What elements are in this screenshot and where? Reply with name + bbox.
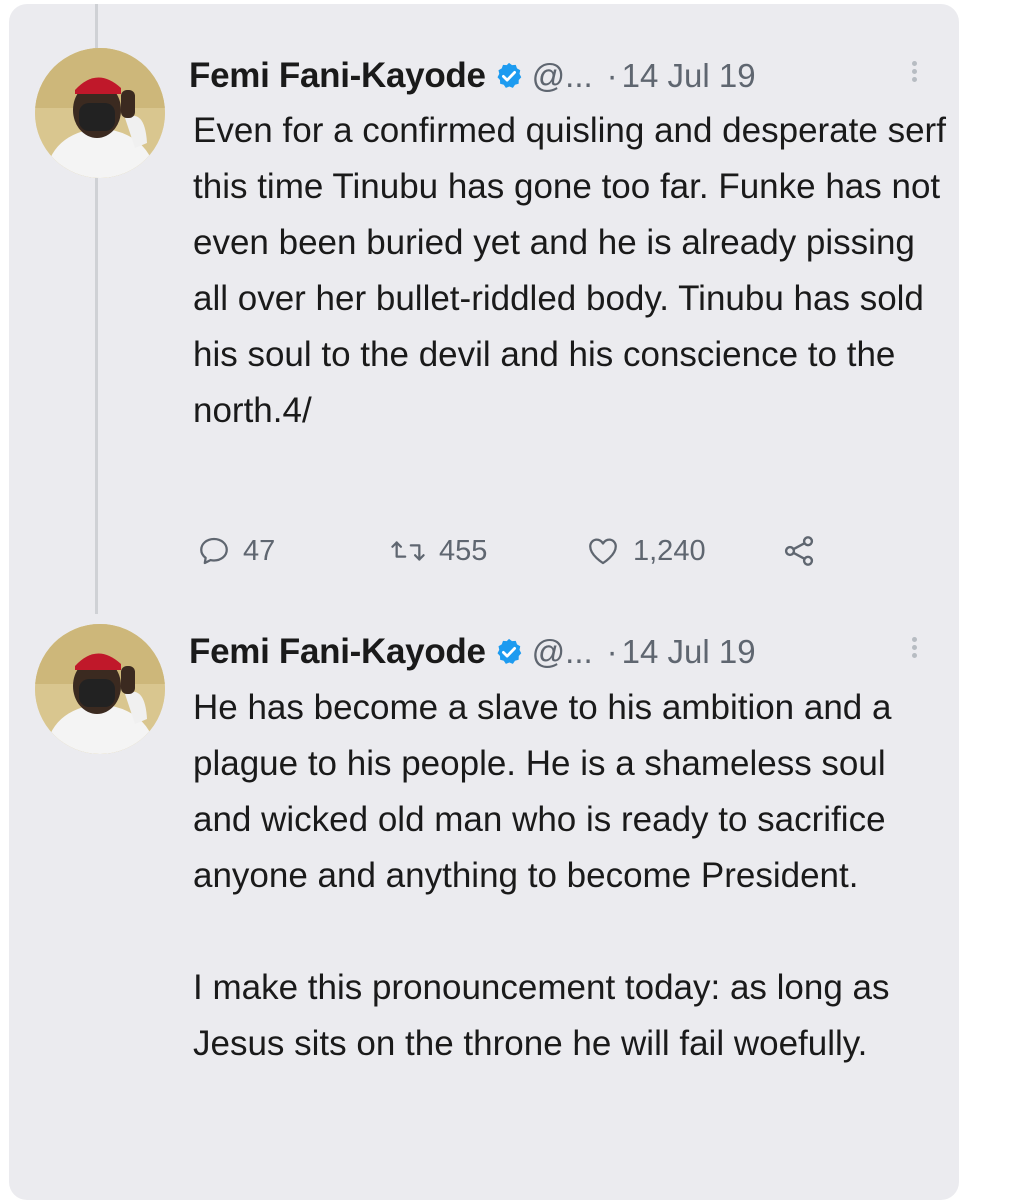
reply-icon bbox=[200, 537, 228, 565]
reply-count: 47 bbox=[243, 534, 276, 567]
retweet-button[interactable]: 455 bbox=[389, 526, 487, 576]
share-icon bbox=[784, 536, 814, 566]
tweet-paragraph: I make this pronouncement today: as long… bbox=[193, 968, 890, 1063]
avatar[interactable] bbox=[35, 624, 165, 754]
separator-dot: · bbox=[606, 633, 618, 670]
retweet-count: 455 bbox=[439, 534, 488, 567]
tweet-paragraph: Even for a confirmed quisling and desper… bbox=[193, 111, 946, 430]
tweet-text: Even for a confirmed quisling and desper… bbox=[193, 103, 953, 439]
avatar[interactable] bbox=[35, 48, 165, 178]
tweet-actions: 47 455 1,240 bbox=[193, 526, 893, 576]
tweet-text: He has become a slave to his ambition an… bbox=[193, 680, 953, 1072]
tweet-header: Femi Fani-Kayode @... · 14 Jul 19 bbox=[189, 630, 756, 674]
retweet-icon bbox=[391, 541, 425, 561]
avatar-image bbox=[35, 624, 165, 754]
author-handle[interactable]: @... bbox=[532, 633, 593, 671]
verified-badge-icon bbox=[494, 637, 524, 667]
tweet-date[interactable]: 14 Jul 19 bbox=[622, 57, 756, 95]
author-name[interactable]: Femi Fani-Kayode bbox=[189, 56, 486, 96]
heart-icon bbox=[589, 538, 617, 565]
more-options-icon[interactable] bbox=[909, 58, 919, 94]
avatar-image bbox=[35, 48, 165, 178]
like-count: 1,240 bbox=[633, 534, 706, 567]
tweet-date[interactable]: 14 Jul 19 bbox=[622, 633, 756, 671]
separator-dot: · bbox=[606, 57, 618, 94]
tweet-header: Femi Fani-Kayode @... · 14 Jul 19 bbox=[189, 54, 756, 98]
author-handle[interactable]: @... bbox=[532, 57, 593, 95]
more-options-icon[interactable] bbox=[909, 634, 919, 670]
share-button[interactable] bbox=[781, 526, 817, 576]
tweet-thread: Femi Fani-Kayode @... · 14 Jul 19 Even f… bbox=[9, 4, 959, 1200]
like-button[interactable]: 1,240 bbox=[585, 526, 706, 576]
reply-button[interactable]: 47 bbox=[197, 526, 275, 576]
author-name[interactable]: Femi Fani-Kayode bbox=[189, 632, 486, 672]
tweet-paragraph: He has become a slave to his ambition an… bbox=[193, 688, 892, 895]
verified-badge-icon bbox=[494, 61, 524, 91]
